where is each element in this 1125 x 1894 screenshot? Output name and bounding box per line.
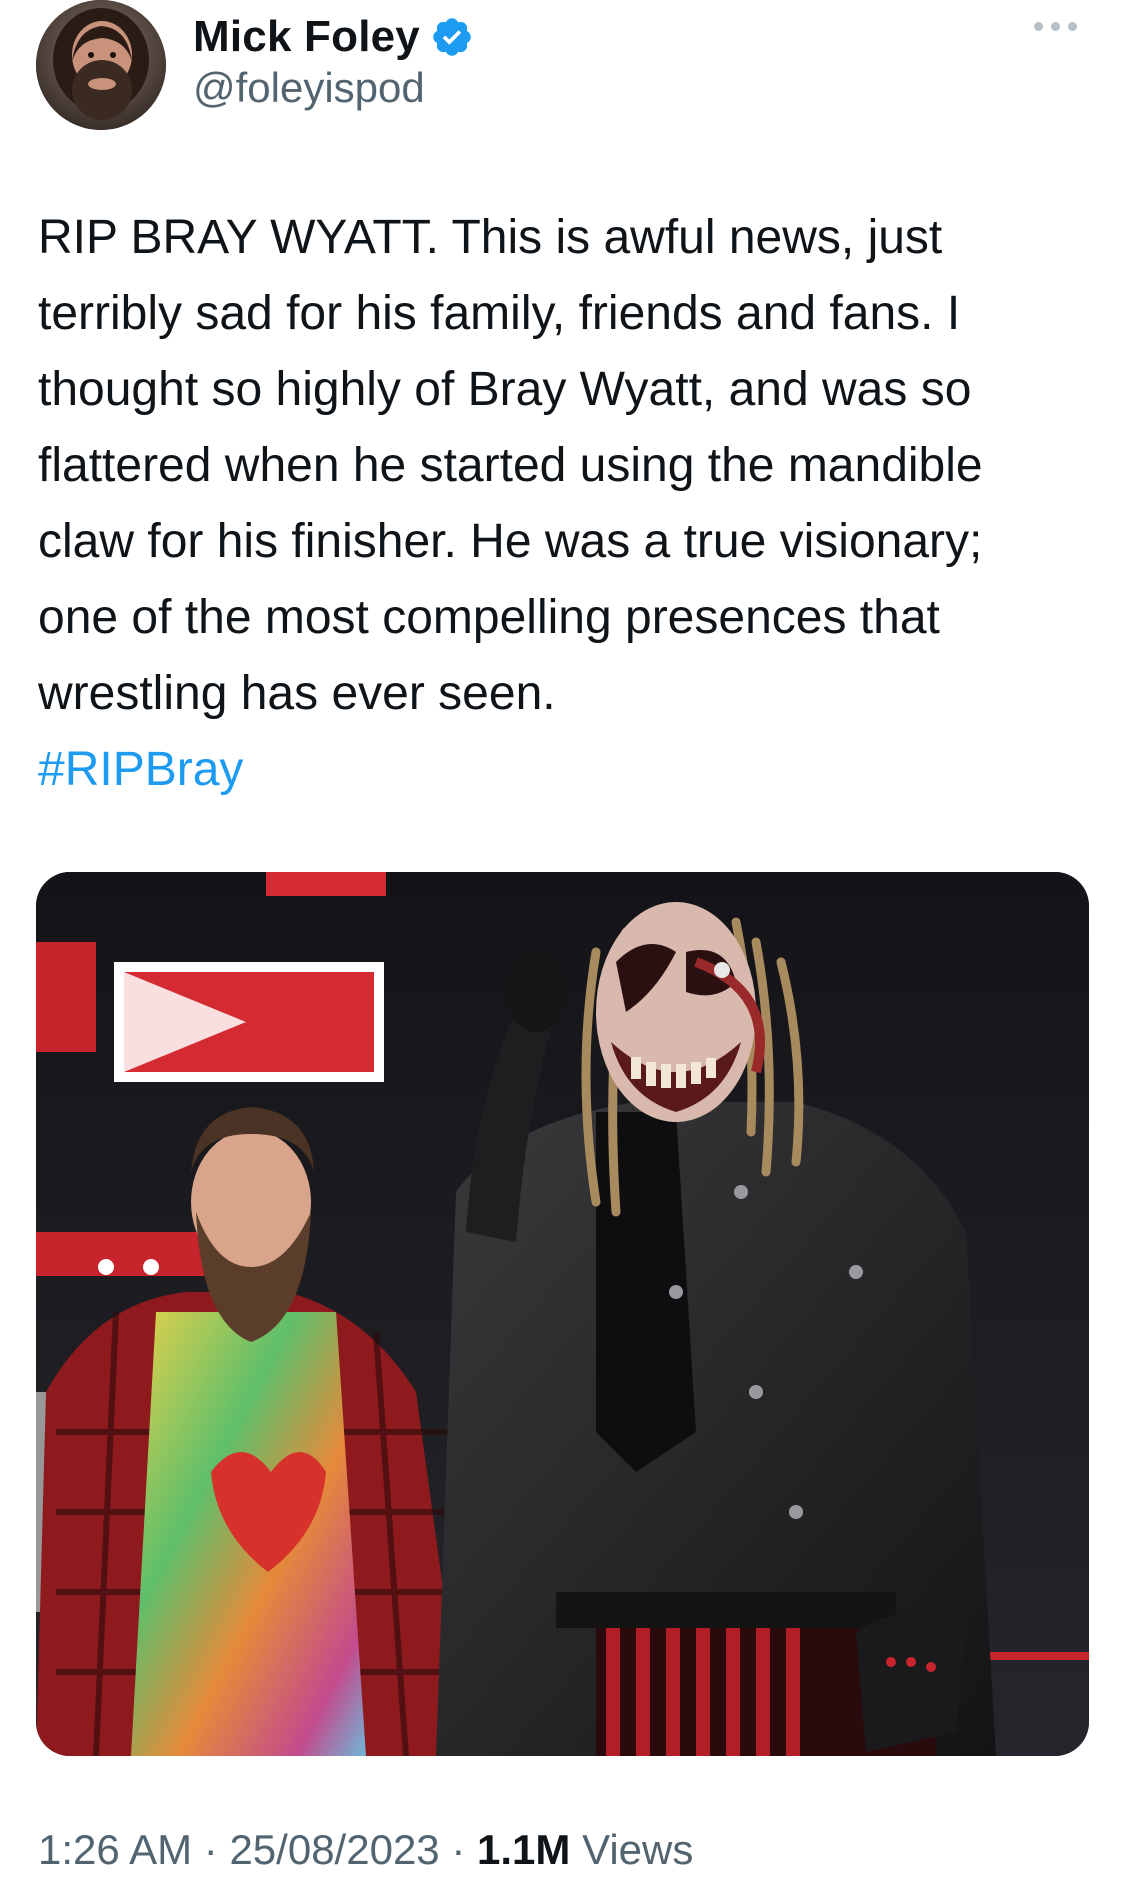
tweet-text: RIP BRAY WYATT. This is awful news, just… <box>38 211 983 720</box>
tweet-photo[interactable] <box>36 872 1089 1756</box>
views-label: Views <box>582 1826 694 1873</box>
display-name[interactable]: Mick Foley <box>193 12 420 62</box>
tweet-time[interactable]: 1:26 AM <box>38 1826 192 1873</box>
tweet: Mick Foley @foleyispod RIP BRAY WYATT. T… <box>0 0 1125 1894</box>
tweet-date[interactable]: 25/08/2023 <box>229 1826 439 1873</box>
more-options-icon[interactable] <box>1034 22 1077 31</box>
dot-icon <box>1051 22 1060 31</box>
meta-separator: · <box>203 1826 218 1873</box>
meta-separator: · <box>451 1826 466 1873</box>
views-count: 1.1M <box>477 1826 571 1873</box>
photo-image <box>36 872 1089 1756</box>
author-name-row[interactable]: Mick Foley <box>193 12 474 62</box>
verified-badge-icon <box>430 15 474 59</box>
author-handle[interactable]: @foleyispod <box>193 64 425 112</box>
dot-icon <box>1034 22 1043 31</box>
hashtag-link[interactable]: #RIPBray <box>38 732 243 808</box>
avatar-image <box>36 0 166 130</box>
tweet-meta: 1:26 AM · 25/08/2023 · 1.1M Views <box>38 1826 693 1874</box>
avatar[interactable] <box>36 0 166 130</box>
dot-icon <box>1068 22 1077 31</box>
